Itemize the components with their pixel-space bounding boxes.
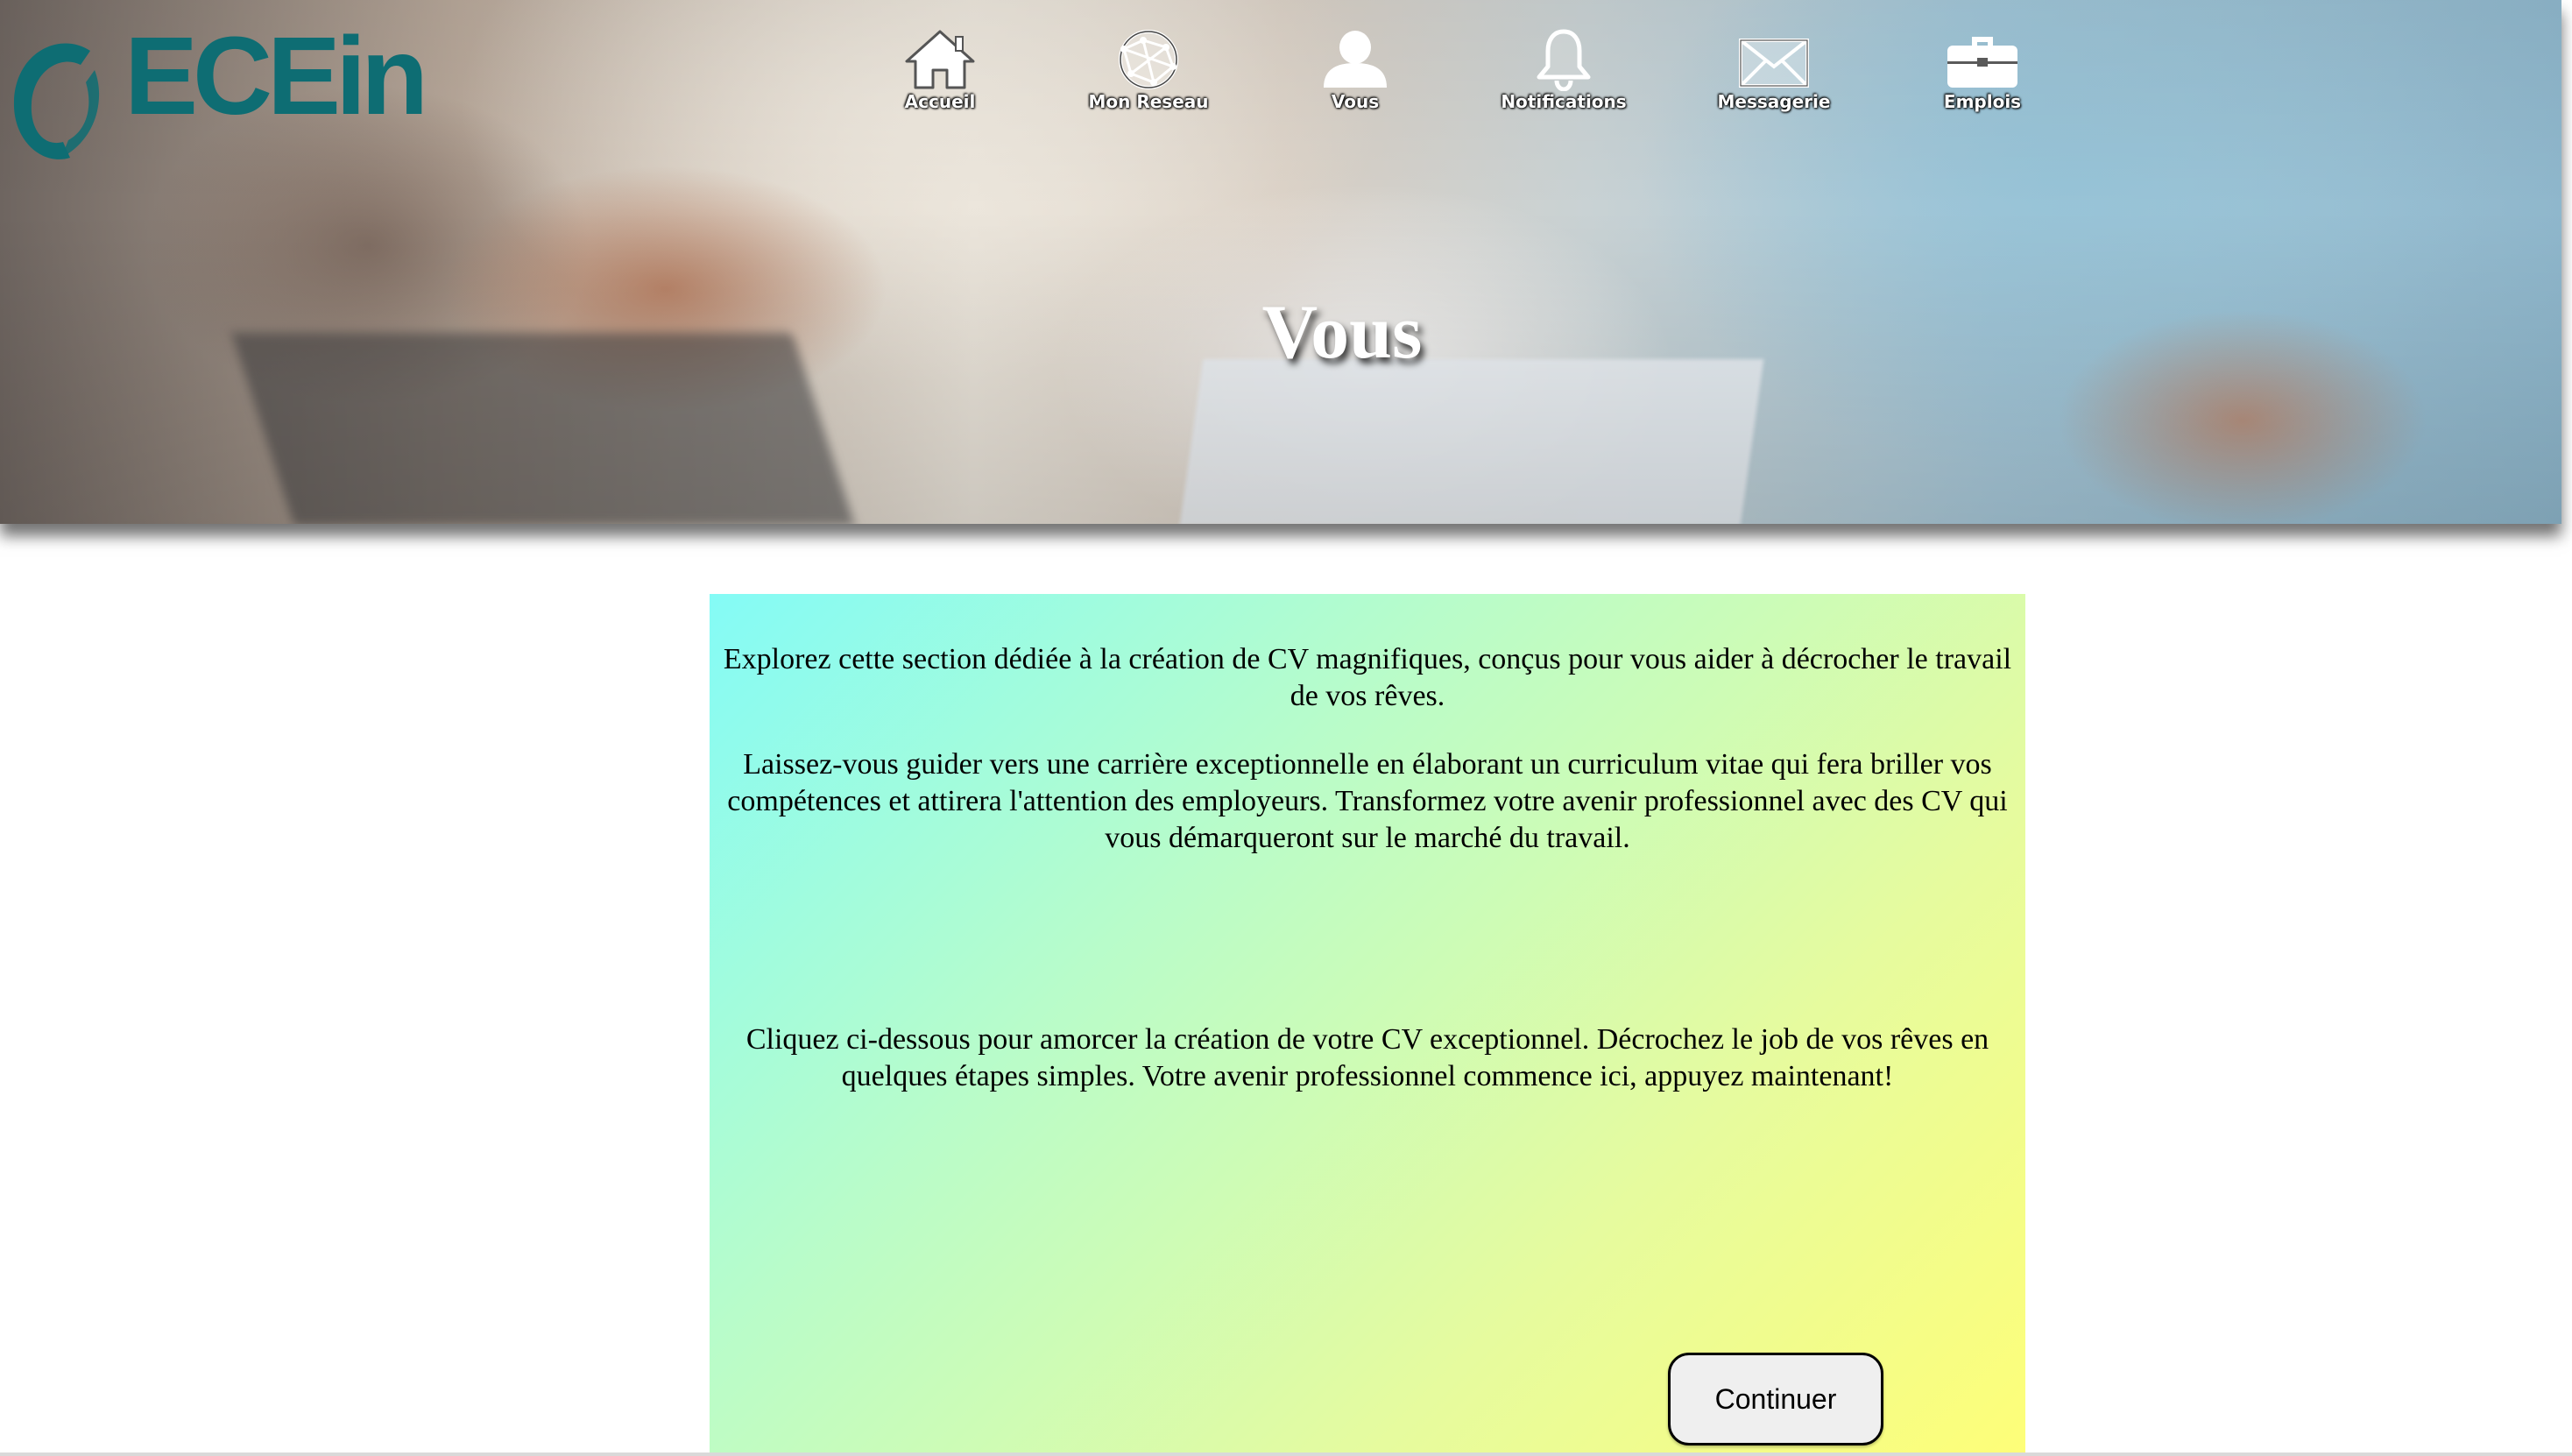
header-banner: ECEin Accueil Mon Reseau Vous Notificati… (0, 0, 2561, 524)
nav-item-vous[interactable]: Vous (1281, 28, 1430, 124)
nav-item-notifications[interactable]: Notifications (1489, 28, 1638, 124)
nav-item-accueil[interactable]: Accueil (866, 28, 1014, 124)
call-to-action-paragraph: Cliquez ci-dessous pour amorcer la créat… (745, 1023, 1989, 1092)
nav-item-mon-reseau[interactable]: Mon Reseau (1074, 28, 1223, 124)
nav-item-messagerie[interactable]: Messagerie (1699, 28, 1848, 124)
page-bottom-divider (0, 1452, 2572, 1456)
home-icon (905, 30, 975, 89)
nav-label-notifications: Notifications (1501, 91, 1627, 112)
nav-item-emplois[interactable]: Emplois (1908, 28, 2057, 124)
intro-paragraph: Explorez cette section dédiée à la créat… (723, 643, 2012, 712)
continue-button[interactable]: Continuer (1668, 1353, 1883, 1445)
bell-icon (1537, 29, 1591, 91)
nav-label-vous: Vous (1331, 91, 1380, 112)
briefcase-icon (1947, 37, 2017, 88)
envelope-icon (1739, 39, 1809, 88)
nav-label-emplois: Emplois (1943, 91, 2022, 112)
hero-background-document (1179, 359, 1764, 524)
nav-label-messagerie: Messagerie (1717, 91, 1831, 112)
nav-label-mon-reseau: Mon Reseau (1088, 91, 1209, 112)
top-navigation: Accueil Mon Reseau Vous Notifications Me… (0, 28, 2561, 124)
cv-intro-panel: Explorez cette section dédiée à la créat… (710, 594, 2025, 1456)
career-paragraph: Laissez-vous guider vers une carrière ex… (727, 748, 2008, 854)
network-globe-icon (1119, 30, 1178, 89)
nav-label-accueil: Accueil (904, 91, 976, 112)
user-icon (1324, 31, 1387, 88)
page-title: Vous (1261, 290, 1423, 375)
